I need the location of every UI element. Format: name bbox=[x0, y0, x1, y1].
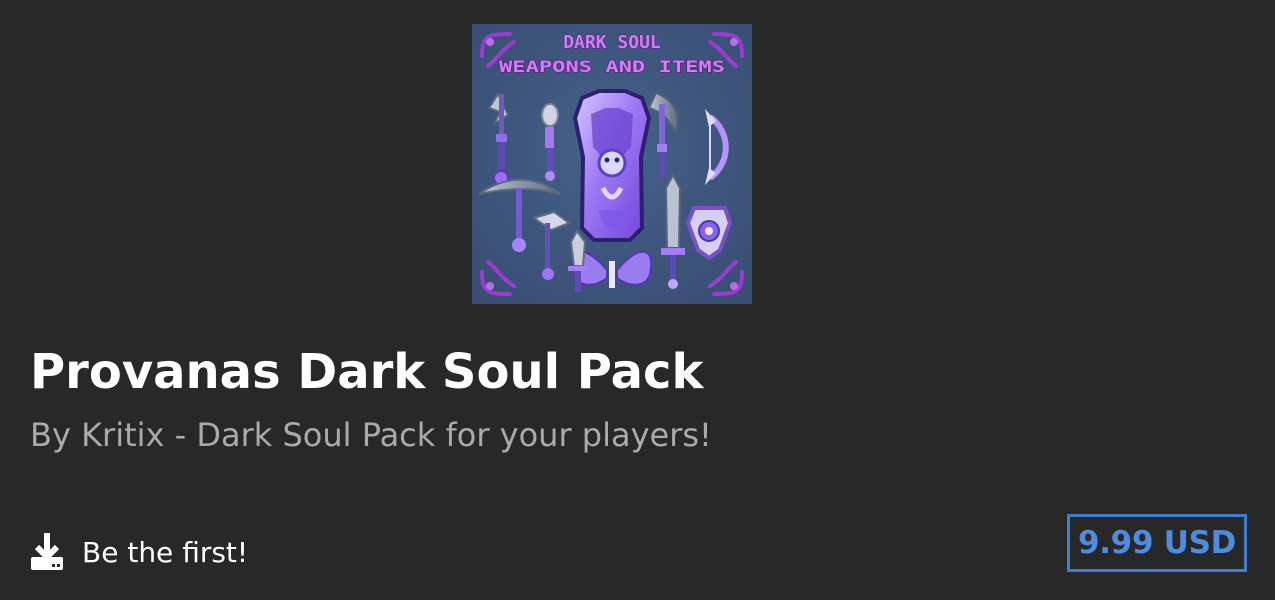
download-icon bbox=[31, 533, 63, 570]
hammer-item bbox=[531, 210, 572, 280]
sword-item bbox=[661, 172, 685, 289]
scythe-item bbox=[647, 91, 679, 177]
download-label: Be the first! bbox=[82, 535, 249, 569]
image-title-line-2: WEAPONS AND ITEMS bbox=[499, 57, 725, 76]
bow-item bbox=[705, 109, 729, 185]
product-subtitle: By Kritix - Dark Soul Pack for your play… bbox=[30, 416, 712, 454]
armor-chestplate-item bbox=[572, 89, 652, 242]
axe-item bbox=[487, 91, 510, 186]
product-image: DARK SOUL WEAPONS AND ITEMS bbox=[472, 24, 752, 304]
product-title: Provanas Dark Soul Pack bbox=[30, 344, 704, 400]
shield-item bbox=[685, 206, 733, 261]
club-item bbox=[541, 103, 559, 181]
price-badge: 9.99 USD bbox=[1067, 514, 1247, 572]
download-count: Be the first! bbox=[30, 530, 248, 574]
image-title-line-1: DARK SOUL bbox=[563, 32, 661, 53]
dark-soul-weapons-artwork: DARK SOUL WEAPONS AND ITEMS bbox=[478, 31, 744, 296]
